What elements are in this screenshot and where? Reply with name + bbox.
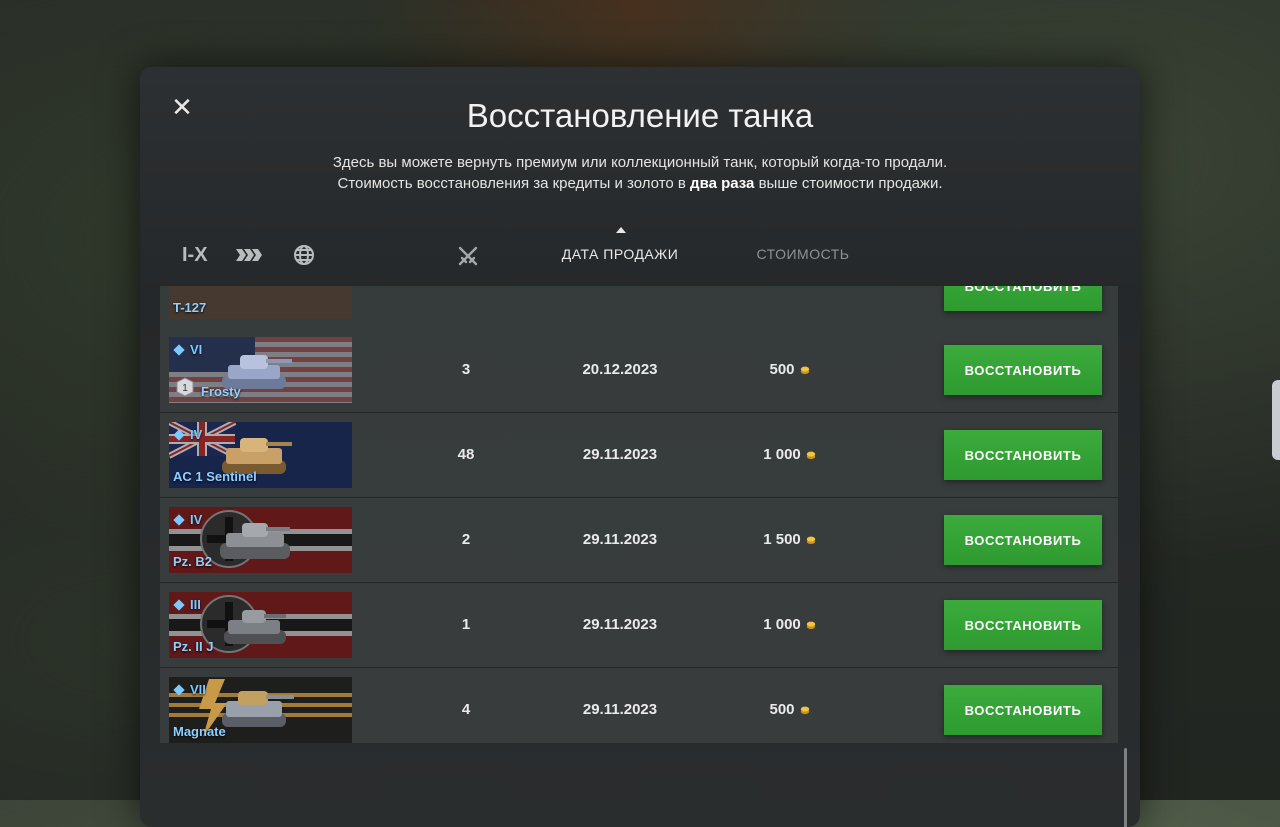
tank-name: Magnate	[173, 724, 226, 739]
description-line-2: Стоимость восстановления за кредиты и зо…	[337, 175, 943, 192]
tank-list: T-127 ВОССТАНОВИТЬ VI 1 Frosty 3 20.12.2…	[160, 286, 1120, 743]
gold-icon	[806, 451, 815, 459]
tank-name: T-127	[173, 300, 207, 315]
battles-count: 3	[461, 361, 471, 378]
sale-date: 29.11.2023	[582, 616, 658, 633]
sale-date: 29.11.2023	[582, 701, 658, 718]
table-row: IV AC 1 Sentinel 48 29.11.2023 1 000 ВОС…	[160, 413, 1118, 498]
tank-thumbnail: VII Magnate	[169, 677, 352, 743]
column-header-sale-date[interactable]: ДАТА ПРОДАЖИ	[550, 246, 690, 262]
gold-icon	[800, 366, 809, 374]
gold-icon	[806, 536, 815, 544]
tank-restore-dialog: ✕ Восстановление танка Здесь вы можете в…	[140, 67, 1140, 827]
tank-thumbnail: VI 1 Frosty	[169, 337, 352, 403]
tank-name: Frosty	[201, 384, 241, 399]
restore-button[interactable]: ВОССТАНОВИТЬ	[944, 515, 1102, 565]
tank-tier: VI	[173, 342, 202, 357]
nation-filter-globe-icon[interactable]	[292, 243, 316, 267]
restore-button[interactable]: ВОССТАНОВИТЬ	[944, 430, 1102, 480]
restore-cost: 500	[740, 361, 840, 378]
restore-button[interactable]: ВОССТАНОВИТЬ	[944, 685, 1102, 735]
sale-date: 29.11.2023	[582, 446, 658, 463]
tank-tier: IV	[173, 512, 202, 527]
column-header-cost[interactable]: СТОИМОСТЬ	[740, 246, 866, 262]
table-row-partial: T-127 ВОССТАНОВИТЬ	[160, 286, 1118, 329]
tank-tier: IV	[173, 427, 202, 442]
sale-date: 29.11.2023	[582, 531, 658, 548]
battles-count: 2	[461, 531, 471, 548]
tank-thumbnail: IV Pz. B2	[169, 507, 352, 573]
mastery-badge-icon: 1	[176, 377, 194, 397]
restore-cost: 500	[740, 701, 840, 718]
tank-thumbnail: T-127	[169, 286, 352, 319]
filter-bar: I-X	[182, 241, 316, 269]
side-tab-handle[interactable]	[1272, 380, 1280, 460]
tank-name: Pz. B2	[173, 554, 213, 569]
restore-button[interactable]: ВОССТАНОВИТЬ	[944, 600, 1102, 650]
restore-cost: 1 500	[740, 531, 840, 548]
battles-count: 48	[457, 446, 475, 463]
battles-count: 4	[461, 701, 471, 718]
description-line-1: Здесь вы можете вернуть премиум или колл…	[332, 154, 948, 171]
restore-button[interactable]: ВОССТАНОВИТЬ	[944, 286, 1102, 311]
table-row: IV Pz. B2 2 29.11.2023 1 500 ВОССТАНОВИТ…	[160, 498, 1118, 583]
restore-button[interactable]: ВОССТАНОВИТЬ	[944, 345, 1102, 395]
svg-text:1: 1	[182, 383, 188, 394]
tank-thumbnail: III Pz. II J	[169, 592, 352, 658]
table-row: VII Magnate 4 29.11.2023 500 ВОССТАНОВИТ…	[160, 668, 1118, 743]
scrollbar[interactable]	[1124, 748, 1127, 827]
dialog-description: Здесь вы можете вернуть премиум или колл…	[140, 152, 1140, 194]
restore-cost: 1 000	[740, 616, 840, 633]
table-row: III Pz. II J 1 29.11.2023 1 000 ВОССТАНО…	[160, 583, 1118, 668]
battles-count: 1	[461, 616, 471, 633]
vehicle-type-filter-icon[interactable]	[234, 245, 266, 265]
battles-column-crossed-swords-icon[interactable]	[456, 244, 480, 268]
gold-icon	[806, 621, 815, 629]
dialog-title: Восстановление танка	[466, 97, 814, 134]
sort-ascending-icon	[616, 227, 626, 233]
gold-icon	[800, 706, 809, 714]
restore-cost: 1 000	[740, 446, 840, 463]
tank-tier: III	[173, 597, 201, 612]
table-row: VI 1 Frosty 3 20.12.2023 500 ВОССТАНОВИТ…	[160, 328, 1118, 413]
tier-filter[interactable]: I-X	[182, 244, 208, 267]
tank-name: Pz. II J	[173, 639, 214, 654]
tank-tier: VII	[173, 682, 206, 697]
tank-thumbnail: IV AC 1 Sentinel	[169, 422, 352, 488]
tank-name: AC 1 Sentinel	[173, 469, 257, 484]
sale-date: 20.12.2023	[582, 361, 658, 378]
